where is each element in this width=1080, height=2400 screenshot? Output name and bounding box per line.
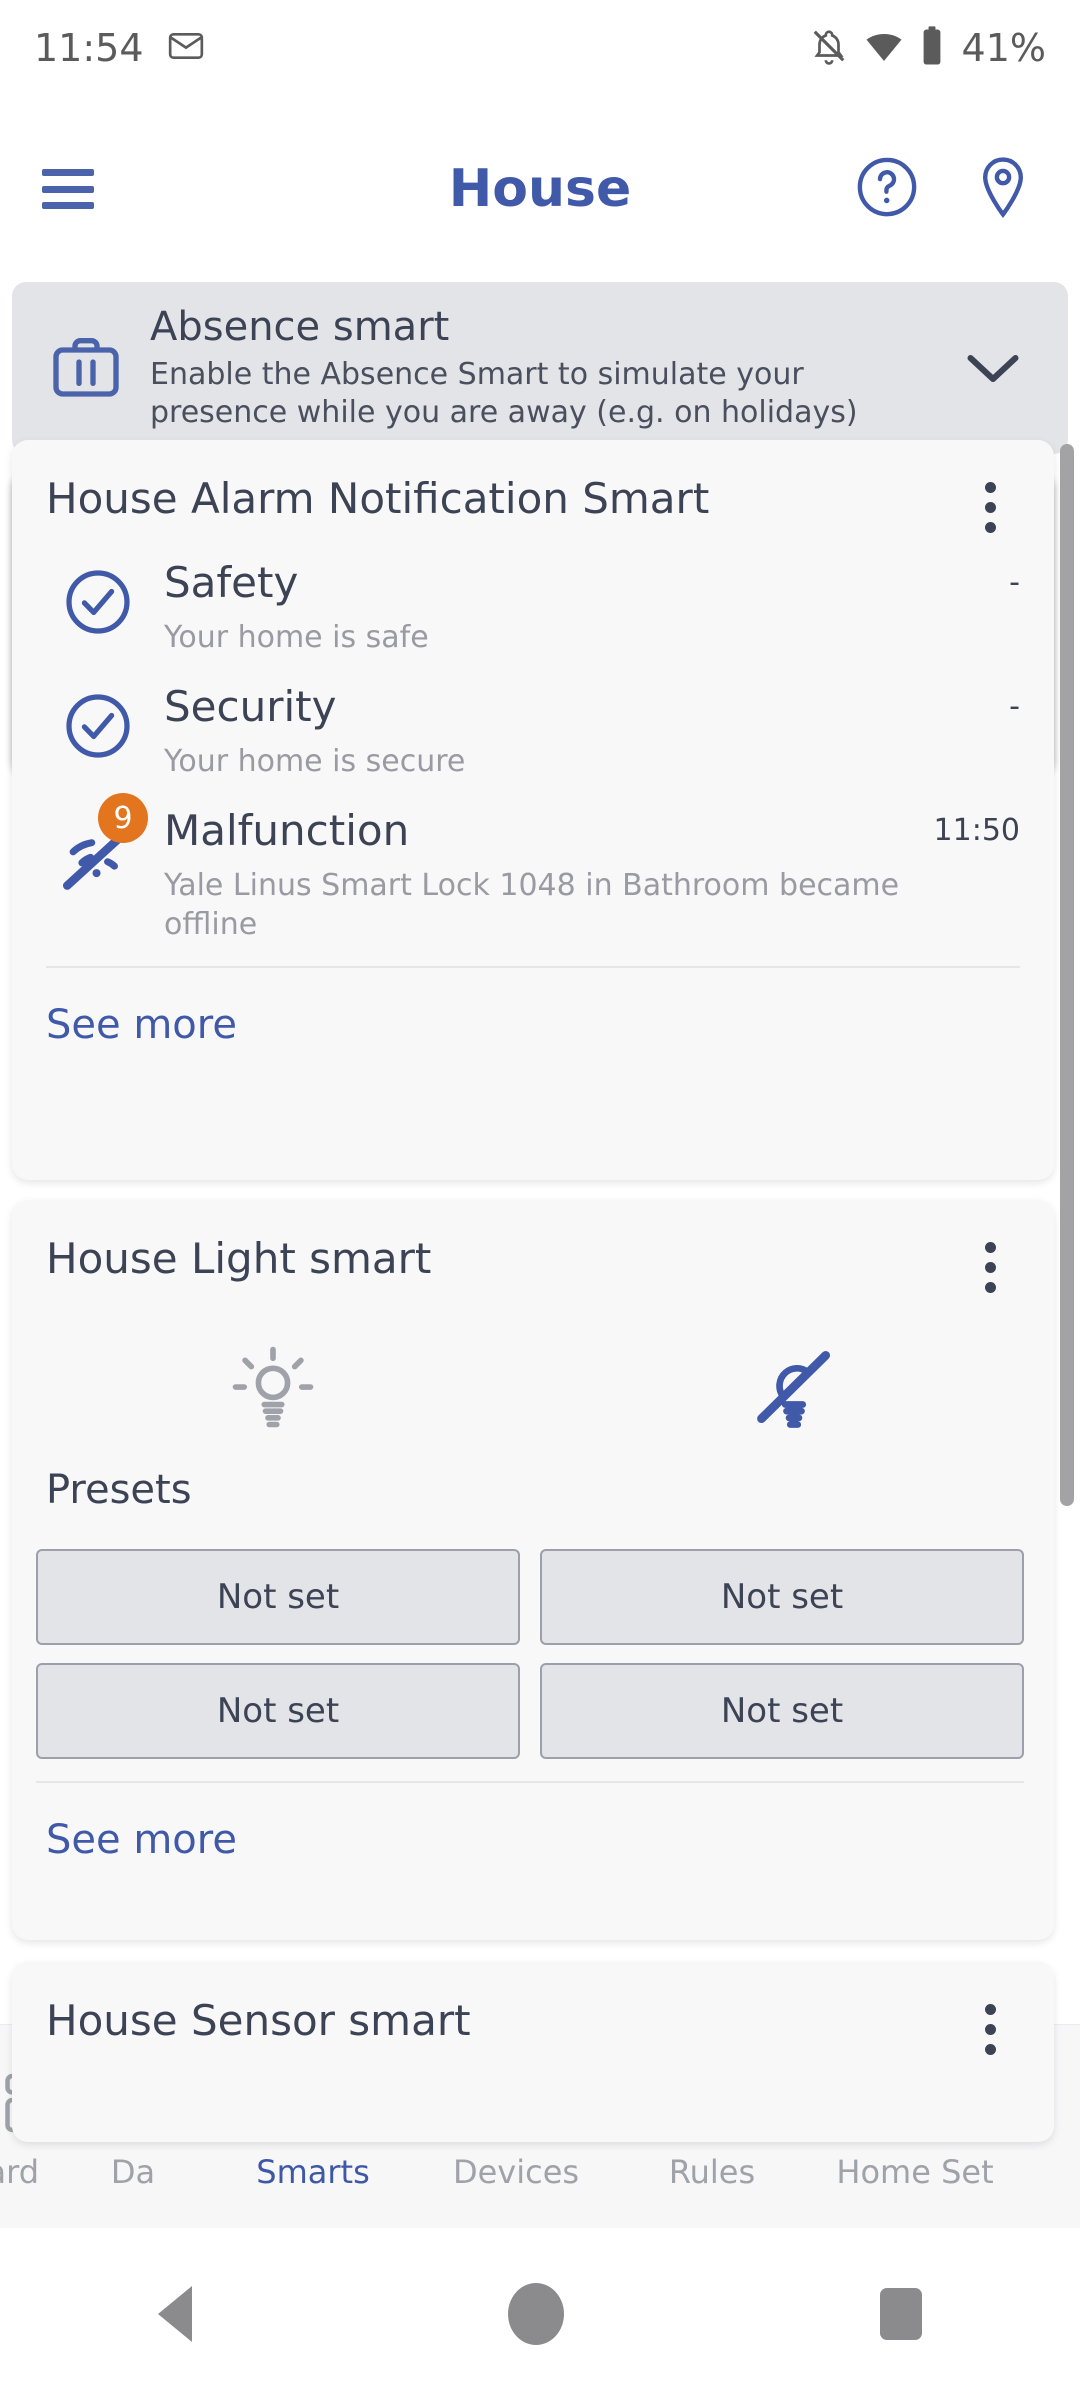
alarm-kebab-menu-icon[interactable]	[960, 476, 1020, 533]
alarm-card-title: House Alarm Notification Smart	[46, 474, 710, 523]
alarm-name: Malfunction	[164, 806, 410, 856]
absence-text-block: Absence smart Enable the Absence Smart t…	[134, 304, 948, 433]
preset-button-2[interactable]: Not set	[540, 1549, 1024, 1645]
status-bar-right: 41%	[810, 25, 1046, 71]
check-circle-icon	[46, 683, 150, 763]
battery-percent: 41%	[961, 26, 1046, 70]
malfunction-badge: 9	[98, 793, 148, 844]
alarm-row-safety[interactable]: Safety Your home is safe -	[46, 533, 1020, 657]
alarm-name: Security	[164, 682, 337, 732]
alarm-description: Your home is secure	[164, 744, 466, 780]
bell-off-icon	[810, 27, 848, 69]
card-house-sensor[interactable]: House Sensor smart	[12, 1962, 1054, 2142]
preset-grid: Not set Not set Not set Not set	[12, 1523, 1054, 1759]
absence-smart-banner[interactable]: Absence smart Enable the Absence Smart t…	[12, 282, 1068, 454]
alarm-row-list: Safety Your home is safe - Security Your…	[12, 533, 1054, 969]
help-circle-icon[interactable]	[852, 152, 922, 226]
system-navigation-bar	[0, 2228, 1080, 2400]
lightbulb-off-icon	[744, 1337, 844, 1441]
app-bar: House	[0, 96, 1080, 282]
nav-label-rules: Rules	[668, 2152, 756, 2191]
nav-label-data: Da	[110, 2152, 156, 2191]
alarm-body-malfunction: Malfunction Yale Linus Smart Lock 1048 i…	[150, 807, 934, 944]
preset-button-4[interactable]: Not set	[540, 1663, 1024, 1759]
app-bar-actions	[852, 152, 1038, 226]
battery-icon	[920, 25, 944, 71]
alarm-body-security: Security Your home is secure	[150, 683, 1009, 781]
lightbulb-on-icon	[223, 1337, 323, 1441]
alarm-row-malfunction[interactable]: 9 Malfunction Yale Linus Smart Lock 1048…	[46, 781, 1020, 944]
alarm-description: Yale Linus Smart Lock 1048 in Bathroom b…	[164, 868, 900, 943]
wifi-icon	[864, 26, 904, 70]
alarm-name: Safety	[164, 558, 299, 607]
preset-button-3[interactable]: Not set	[36, 1663, 520, 1759]
chevron-down-icon[interactable]	[948, 347, 1038, 389]
presets-label: Presets	[46, 1467, 192, 1513]
wifi-off-icon: 9	[46, 793, 150, 901]
sensor-card-title: House Sensor smart	[46, 1996, 471, 2045]
status-bar: 11:54 41%	[0, 0, 1080, 96]
light-mode-toggle-group	[12, 1293, 1054, 1467]
location-pin-icon[interactable]	[968, 152, 1038, 226]
phone-screen: 11:54 41% House Absence smart Enable the…	[0, 0, 1080, 2400]
absence-title: Absence smart	[150, 303, 450, 350]
preset-button-1[interactable]: Not set	[36, 1549, 520, 1645]
lightbulb-off-button[interactable]	[533, 1337, 1054, 1441]
nav-label-devices: Devices	[452, 2152, 580, 2191]
alarm-body-safety: Safety Your home is safe	[150, 559, 1009, 657]
light-card-title: House Light smart	[46, 1234, 432, 1283]
light-kebab-menu-icon[interactable]	[960, 1236, 1020, 1293]
alarm-card-header: House Alarm Notification Smart	[12, 440, 1054, 533]
absence-description: Enable the Absence Smart to simulate you…	[150, 356, 858, 430]
nav-label-smarts: Smarts	[256, 2152, 370, 2191]
nav-label-home-settings: Home Set	[836, 2152, 994, 2191]
see-more-link-alarm[interactable]: See more	[12, 968, 1054, 1084]
nav-label-dashboard: oard	[0, 2152, 40, 2191]
alarm-row-security[interactable]: Security Your home is secure -	[46, 657, 1020, 781]
check-circle-icon	[46, 559, 150, 639]
light-card-header: House Light smart	[12, 1200, 1054, 1293]
back-triangle-icon[interactable]	[158, 2286, 192, 2342]
sensor-kebab-menu-icon[interactable]	[960, 1998, 1020, 2055]
alarm-time: -	[1009, 565, 1020, 600]
see-more-link-light[interactable]: See more	[12, 1783, 1054, 1899]
alarm-time: 11:50	[933, 813, 1020, 849]
alarm-description: Your home is safe	[164, 620, 429, 656]
card-house-light[interactable]: House Light smart Presets Not set Not se…	[12, 1200, 1054, 1940]
hamburger-menu-icon[interactable]	[42, 169, 94, 209]
envelope-icon	[166, 26, 206, 70]
status-time: 11:54	[34, 26, 144, 70]
sensor-card-header: House Sensor smart	[12, 1962, 1054, 2055]
card-house-alarm[interactable]: House Alarm Notification Smart Safety Yo…	[12, 440, 1054, 1180]
recents-square-icon[interactable]	[880, 2288, 922, 2340]
status-bar-left: 11:54	[34, 26, 206, 70]
home-circle-icon[interactable]	[508, 2283, 564, 2345]
alarm-time: -	[1009, 689, 1020, 725]
suitcase-icon	[38, 328, 134, 408]
vertical-scrollbar[interactable]	[1060, 444, 1074, 1506]
lightbulb-on-button[interactable]	[12, 1337, 533, 1441]
